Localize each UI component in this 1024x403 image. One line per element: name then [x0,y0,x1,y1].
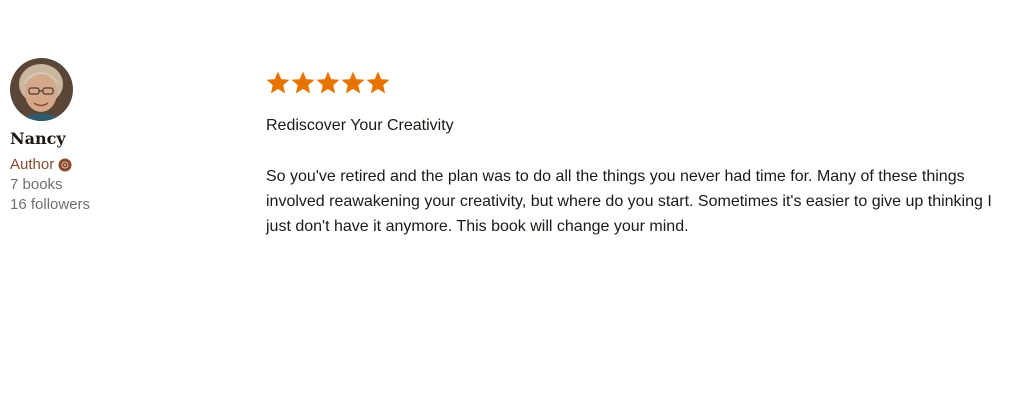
star-icon [316,71,340,95]
reviewer-card: Nancy Author 7 books 16 followers [10,58,210,215]
star-rating [266,70,1006,96]
user-avatar-photo-icon [10,58,73,121]
review-title: Rediscover Your Creativity [266,117,454,134]
star-icon [266,71,290,95]
reviewer-name[interactable]: Nancy [10,129,210,149]
author-badge-icon [58,158,72,172]
star-icon [341,71,365,95]
author-role: Author [10,155,210,175]
review-content: Rediscover Your Creativity So you've ret… [266,70,1006,239]
followers-count: 16 followers [10,196,91,213]
star-icon [291,71,315,95]
star-icon [366,71,390,95]
avatar[interactable] [10,58,73,121]
author-role-label: Author [10,156,55,173]
books-count: 7 books [10,176,63,193]
review-body: So you've retired and the plan was to do… [266,168,992,235]
